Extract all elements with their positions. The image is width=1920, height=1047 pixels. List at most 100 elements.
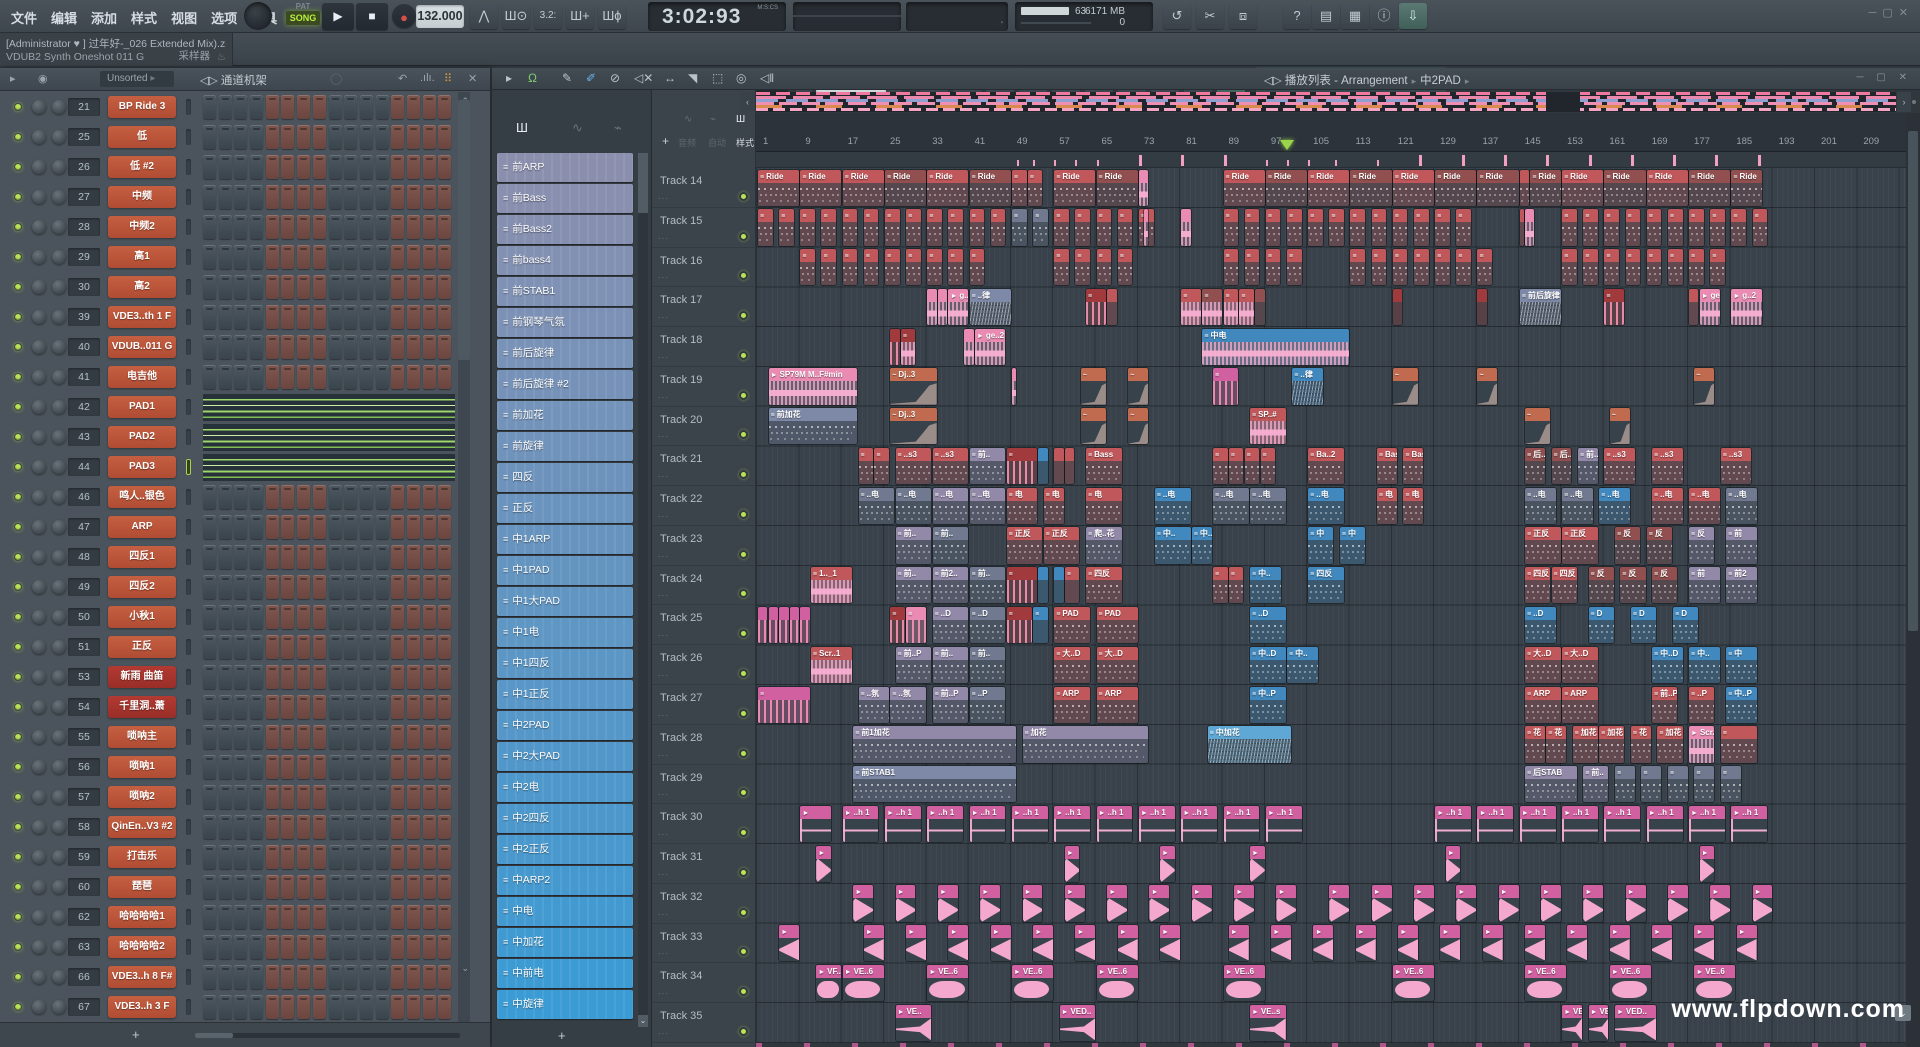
step-cell[interactable] xyxy=(281,305,294,329)
playlist-clip[interactable]: ~ xyxy=(1081,368,1106,404)
channel-selector[interactable] xyxy=(186,939,191,955)
step-cell[interactable] xyxy=(313,95,326,119)
step-cell[interactable] xyxy=(203,965,216,989)
playlist-clip[interactable]: ≡Ride xyxy=(927,170,968,206)
playlist-clip[interactable]: ►VE..6 xyxy=(1097,965,1138,1001)
playlist-clip[interactable]: ≡ xyxy=(906,607,926,643)
playlist-clip[interactable]: ►VE..6 xyxy=(843,965,884,1001)
step-cell[interactable] xyxy=(313,665,326,689)
playlist-clip[interactable]: ► xyxy=(1149,885,1169,921)
playlist-clip[interactable] xyxy=(1065,448,1074,484)
channel-selector[interactable] xyxy=(186,459,191,475)
playlist-clip[interactable]: ≡正反 xyxy=(1525,527,1561,563)
rack-loop-icon[interactable]: ◉ xyxy=(38,72,48,85)
step-cell[interactable] xyxy=(250,965,263,989)
playlist-clip[interactable]: ≡Bass xyxy=(1086,448,1122,484)
playlist-clip[interactable]: ~Dj..3 xyxy=(890,408,936,444)
playlist-clip[interactable]: ≡ xyxy=(1181,289,1201,325)
step-cell[interactable] xyxy=(423,185,436,209)
playlist-clip[interactable]: ► xyxy=(1075,925,1095,961)
step-cell[interactable] xyxy=(203,545,216,569)
step-cell[interactable] xyxy=(203,905,216,929)
playlist-clip[interactable]: ≡ xyxy=(779,209,794,245)
channel-button[interactable]: 唢呐2 xyxy=(108,786,176,808)
playlist-clip[interactable]: ≡..电 xyxy=(1155,488,1191,524)
step-cell[interactable] xyxy=(329,215,342,239)
playlist-clip[interactable]: ≡花 xyxy=(1546,726,1566,762)
step-cell[interactable] xyxy=(250,635,263,659)
step-cell[interactable] xyxy=(313,815,326,839)
playlist-clip[interactable]: ► xyxy=(1398,925,1418,961)
step-cell[interactable] xyxy=(219,785,232,809)
step-cell[interactable] xyxy=(376,155,389,179)
pattern-item[interactable]: ≡中1ARP xyxy=(497,525,633,554)
volume-knob[interactable] xyxy=(52,940,66,954)
step-cell[interactable] xyxy=(407,725,420,749)
channel-button[interactable]: 低 xyxy=(108,126,176,148)
step-cell[interactable] xyxy=(266,995,279,1019)
step-cell[interactable] xyxy=(376,185,389,209)
volume-knob[interactable] xyxy=(52,250,66,264)
playlist-clip[interactable]: ≡ xyxy=(991,209,1006,245)
pan-knob[interactable] xyxy=(32,640,46,654)
playlist-clip[interactable]: ► xyxy=(938,885,958,921)
step-cell[interactable] xyxy=(266,935,279,959)
step-cell[interactable] xyxy=(266,695,279,719)
channel-led[interactable] xyxy=(14,673,22,681)
step-cell[interactable] xyxy=(281,575,294,599)
step-cell[interactable] xyxy=(391,695,404,719)
playlist-clip[interactable]: ≡Ride xyxy=(1604,170,1645,206)
picker-tab-automation-icon[interactable]: ⌁ xyxy=(614,120,622,136)
step-cell[interactable] xyxy=(407,755,420,779)
step-cell[interactable] xyxy=(266,965,279,989)
track-header[interactable]: Track 21··· xyxy=(652,446,756,486)
step-cell[interactable] xyxy=(376,335,389,359)
track-header[interactable]: Track 30··· xyxy=(652,804,756,844)
playlist-clip[interactable]: ≡前.. xyxy=(896,567,932,603)
playlist-clip[interactable]: ≡ xyxy=(1239,289,1254,325)
step-cell[interactable] xyxy=(234,725,247,749)
step-cell[interactable] xyxy=(438,605,451,629)
step-cell[interactable] xyxy=(219,575,232,599)
playlist-clip[interactable]: ≡ARP xyxy=(1525,687,1561,723)
step-cell[interactable] xyxy=(360,185,373,209)
step-cell[interactable] xyxy=(297,845,310,869)
track-options-dots[interactable]: ··· xyxy=(658,671,669,680)
track-led[interactable] xyxy=(739,589,748,598)
channel-group-selector[interactable]: Unsorted ▸ xyxy=(100,71,174,87)
volume-knob[interactable] xyxy=(52,790,66,804)
pattern-item[interactable]: ≡中前电 xyxy=(497,959,633,988)
playlist-clip[interactable]: ►..h 1 xyxy=(1647,806,1683,842)
step-cell[interactable] xyxy=(313,995,326,1019)
step-cell[interactable] xyxy=(360,335,373,359)
step-cell[interactable] xyxy=(234,275,247,299)
playlist-clip[interactable]: ≡Ride xyxy=(1647,170,1688,206)
track-header[interactable]: Track 24··· xyxy=(652,566,756,606)
step-cell[interactable] xyxy=(329,725,342,749)
track-options-dots[interactable]: ··· xyxy=(658,552,669,561)
playlist-minimap[interactable] xyxy=(756,92,1896,112)
step-cell[interactable] xyxy=(376,995,389,1019)
playlist-clip[interactable]: ≡Ride xyxy=(1350,170,1391,206)
step-cell[interactable] xyxy=(219,245,232,269)
step-cell[interactable] xyxy=(407,815,420,839)
playlist-clip[interactable] xyxy=(1689,289,1698,325)
step-cell[interactable] xyxy=(407,875,420,899)
track-header[interactable]: Track 22··· xyxy=(652,486,756,526)
channel-selector[interactable] xyxy=(186,369,191,385)
playlist-clip[interactable]: ► xyxy=(1626,885,1646,921)
playlist-clip[interactable]: ► xyxy=(1541,885,1561,921)
playlist-clip[interactable]: ► xyxy=(1499,885,1519,921)
playlist-clip[interactable]: ► xyxy=(1160,925,1180,961)
step-cell[interactable] xyxy=(344,575,357,599)
pattern-item[interactable]: ≡前加花 xyxy=(497,401,633,430)
step-cell[interactable] xyxy=(203,215,216,239)
playlist-clip[interactable]: ≡中..P xyxy=(1250,687,1286,723)
step-cell[interactable] xyxy=(203,785,216,809)
step-cell[interactable] xyxy=(423,95,436,119)
channel-button[interactable]: 打击乐 xyxy=(108,846,176,868)
channel-led[interactable] xyxy=(14,133,22,141)
step-cell[interactable] xyxy=(423,755,436,779)
playlist-clip[interactable]: ≡..电 xyxy=(1525,488,1556,524)
step-cell[interactable] xyxy=(360,785,373,809)
